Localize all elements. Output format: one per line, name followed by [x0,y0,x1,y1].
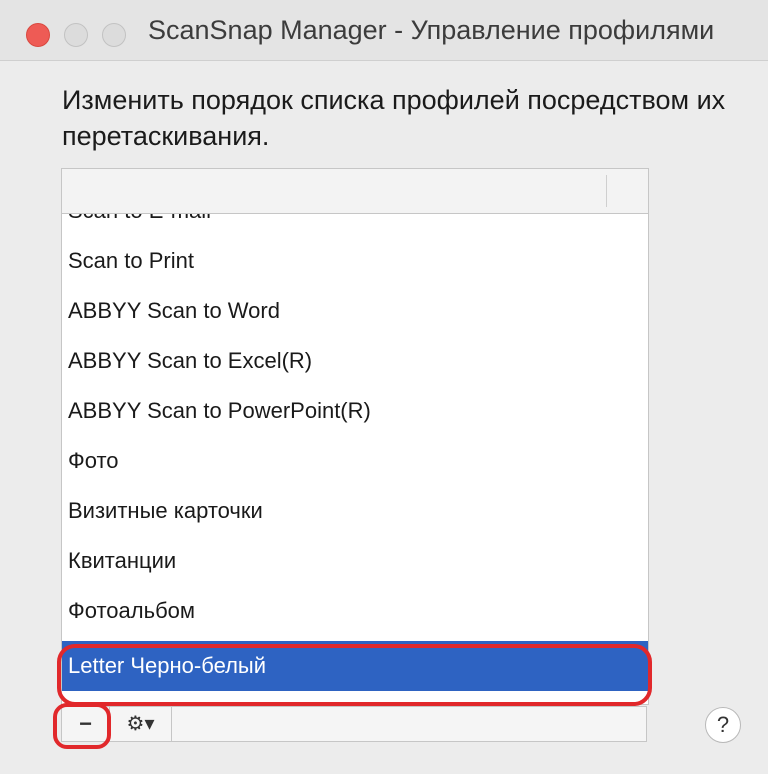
profile-list-body[interactable]: Scan to E-mail Scan to Print ABBYY Scan … [62,214,648,704]
list-item[interactable]: ABBYY Scan to PowerPoint(R) [62,386,648,436]
list-item[interactable]: Scan to E-mail [62,214,648,236]
gear-icon[interactable]: ⚙▾ [110,707,172,741]
help-button[interactable]: ? [705,707,741,743]
close-window-button[interactable] [26,23,50,47]
list-item[interactable]: Фото [62,436,648,486]
minimize-window-button[interactable] [64,23,88,47]
maximize-window-button[interactable] [102,23,126,47]
profile-list[interactable]: Scan to E-mail Scan to Print ABBYY Scan … [61,168,649,705]
title-bar: ScanSnap Manager - Управление профилями [0,0,768,61]
list-item[interactable]: ABBYY Scan to Word [62,286,648,336]
list-item[interactable]: Фотоальбом [62,586,648,636]
list-header [62,169,648,214]
window-title: ScanSnap Manager - Управление профилями [148,15,715,45]
list-item[interactable]: Scan to Print [62,236,648,286]
list-item[interactable]: Визитные карточки [62,486,648,536]
column-divider[interactable] [606,175,607,207]
list-item[interactable]: Квитанции [62,536,648,586]
list-item[interactable]: ABBYY Scan to Excel(R) [62,336,648,386]
minus-icon[interactable]: − [62,707,110,741]
list-toolbar: − ⚙▾ [61,706,647,742]
instructions-text: Изменить порядок списка профилей посредс… [62,85,726,151]
list-item-selected[interactable]: Letter Черно-белый [62,641,648,691]
